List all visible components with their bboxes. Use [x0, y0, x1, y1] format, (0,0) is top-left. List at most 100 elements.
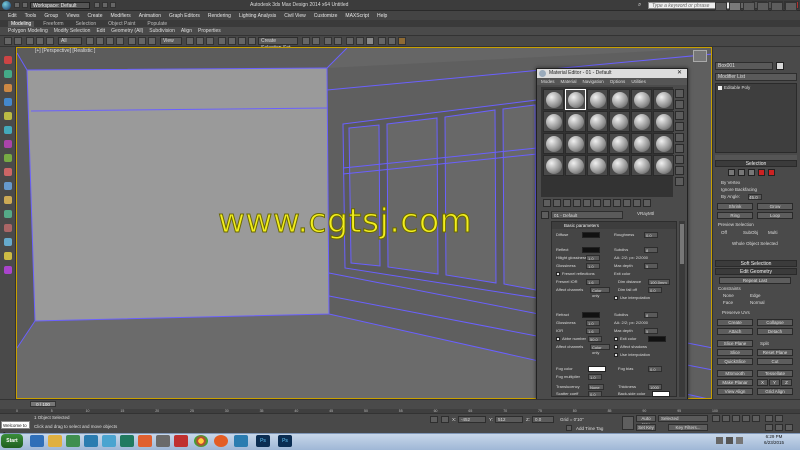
grow-button[interactable]: Grow [757, 203, 793, 210]
z-coord-field[interactable]: 0.0 [532, 416, 554, 423]
diffuse-color-swatch[interactable] [582, 232, 600, 238]
select-link-icon[interactable] [26, 37, 34, 45]
reset-map-icon[interactable] [573, 199, 581, 207]
ignore-backfacing-checkbox[interactable]: Ignore Backfacing [721, 187, 757, 192]
reflect-use-interp-checkbox[interactable] [614, 296, 618, 300]
render-setup-icon[interactable] [378, 37, 386, 45]
auto-key-button[interactable]: Auto Key [636, 415, 656, 427]
put-to-library-icon[interactable] [593, 199, 601, 207]
stack-item-editable-poly[interactable]: Editable Poly [724, 85, 750, 90]
schematic-view-icon[interactable] [356, 37, 364, 45]
taskbar-app4-icon[interactable] [156, 435, 170, 447]
fresnel-checkbox[interactable] [556, 272, 560, 276]
make-preview-icon[interactable] [675, 144, 684, 153]
planar-z-button[interactable]: Z [781, 379, 792, 386]
tab-object-paint[interactable]: Object Paint [105, 21, 138, 27]
mirror-icon[interactable] [302, 37, 310, 45]
select-object-icon[interactable] [86, 37, 94, 45]
modify-tab-icon[interactable] [729, 2, 741, 11]
show-end-result-icon[interactable] [623, 199, 631, 207]
slice-button[interactable]: Slice [717, 349, 753, 356]
refl-glossiness-spinner[interactable]: 1.0 [586, 263, 600, 269]
strip-tool-12-icon[interactable] [4, 210, 12, 218]
select-by-material-icon[interactable] [675, 166, 684, 175]
taskbar-media-icon[interactable] [66, 435, 80, 447]
key-filters-button[interactable]: Key Filters... [668, 424, 708, 431]
tray-network-icon[interactable] [726, 437, 733, 444]
hilight-glossiness-spinner[interactable]: 1.0 [586, 255, 600, 261]
me-menu-material[interactable]: Material [561, 79, 577, 84]
go-to-start-icon[interactable] [712, 415, 720, 422]
menu-rendering[interactable]: Rendering [208, 13, 231, 19]
menu-customize[interactable]: Customize [314, 13, 338, 19]
material-sample-slot[interactable] [631, 155, 652, 176]
strip-tool-7-icon[interactable] [4, 140, 12, 148]
refract-affect-channels-dropdown[interactable]: Color only [590, 344, 610, 355]
time-slider-thumb[interactable]: 0 / 100 [30, 401, 56, 407]
strip-tool-13-icon[interactable] [4, 224, 12, 232]
taskbar-app-icon[interactable] [102, 435, 116, 447]
material-sample-slot[interactable] [565, 89, 586, 110]
time-slider[interactable] [0, 399, 800, 409]
refract-exit-color-checkbox[interactable] [614, 337, 618, 341]
menu-create[interactable]: Create [87, 13, 102, 19]
menu-edit[interactable]: Edit [8, 13, 17, 19]
video-color-check-icon[interactable] [675, 133, 684, 142]
strip-tool-14-icon[interactable] [4, 238, 12, 246]
fog-bias-spinner[interactable]: 0.0 [648, 366, 662, 372]
msmooth-button[interactable]: MSmooth [717, 370, 753, 377]
panel-subdivision[interactable]: Subdivision [149, 28, 175, 34]
modifier-list-dropdown[interactable]: Modifier List [715, 73, 797, 81]
material-sample-slot[interactable] [543, 133, 564, 154]
reference-coordinate-dropdown[interactable]: View [160, 37, 182, 45]
add-time-tag-button[interactable]: Add Time Tag [576, 426, 603, 431]
vertex-mode-icon[interactable] [728, 169, 735, 176]
go-forward-to-sibling-icon[interactable] [643, 199, 651, 207]
constraint-none-radio[interactable]: None [723, 293, 734, 298]
set-key-button[interactable]: Set Key [636, 424, 656, 431]
menu-modifiers[interactable]: Modifiers [110, 13, 130, 19]
display-tab-icon[interactable] [771, 2, 783, 11]
make-planar-button[interactable]: Make Planar [717, 379, 753, 386]
tray-flag-icon[interactable] [716, 437, 723, 444]
ior-spinner[interactable]: 1.6 [586, 328, 600, 334]
menu-animation[interactable]: Animation [139, 13, 161, 19]
reflect-subdivs-spinner[interactable]: 8 [644, 247, 658, 253]
strip-tool-3-icon[interactable] [4, 84, 12, 92]
affect-shadows-checkbox[interactable] [614, 345, 618, 349]
material-name-field[interactable]: 01 - Default [551, 211, 623, 219]
motion-tab-icon[interactable] [757, 2, 769, 11]
select-by-name-icon[interactable] [96, 37, 104, 45]
material-sample-slot[interactable] [587, 133, 608, 154]
align-icon[interactable] [312, 37, 320, 45]
repeat-last-button[interactable]: Repeat Last [719, 277, 791, 284]
attach-button[interactable]: Attach [717, 328, 753, 335]
taskbar-3dsmax-icon[interactable] [84, 435, 98, 447]
material-sample-slot[interactable] [609, 111, 630, 132]
tab-freeform[interactable]: Freeform [40, 21, 66, 27]
strip-tool-1-icon[interactable] [4, 56, 12, 64]
material-sample-slot[interactable] [587, 111, 608, 132]
window-crossing-icon[interactable] [116, 37, 124, 45]
panel-align[interactable]: Align [181, 28, 192, 34]
workspace-dropdown[interactable]: Workspace: Default [30, 2, 90, 9]
ring-button[interactable]: Ring [717, 212, 753, 219]
tray-volume-icon[interactable] [736, 437, 743, 444]
edge-mode-icon[interactable] [738, 169, 745, 176]
sample-type-icon[interactable] [675, 89, 684, 98]
fog-color-swatch[interactable] [588, 366, 606, 372]
abbe-checkbox[interactable] [556, 337, 560, 341]
menu-views[interactable]: Views [66, 13, 79, 19]
assign-to-selection-icon[interactable] [563, 199, 571, 207]
curve-editor-icon[interactable] [346, 37, 354, 45]
panel-polygon-modeling[interactable]: Polygon Modeling [8, 28, 48, 34]
redo-tool-icon[interactable] [14, 37, 22, 45]
panel-modify-selection[interactable]: Modify Selection [54, 28, 91, 34]
material-sample-slot[interactable] [587, 89, 608, 110]
material-sample-slot[interactable] [587, 155, 608, 176]
taskbar-app3-icon[interactable] [138, 435, 152, 447]
strip-tool-15-icon[interactable] [4, 252, 12, 260]
grid-align-button[interactable]: Grid Align [757, 388, 793, 395]
graphite-toggle-icon[interactable] [334, 37, 342, 45]
time-tag-icon[interactable] [566, 425, 572, 431]
